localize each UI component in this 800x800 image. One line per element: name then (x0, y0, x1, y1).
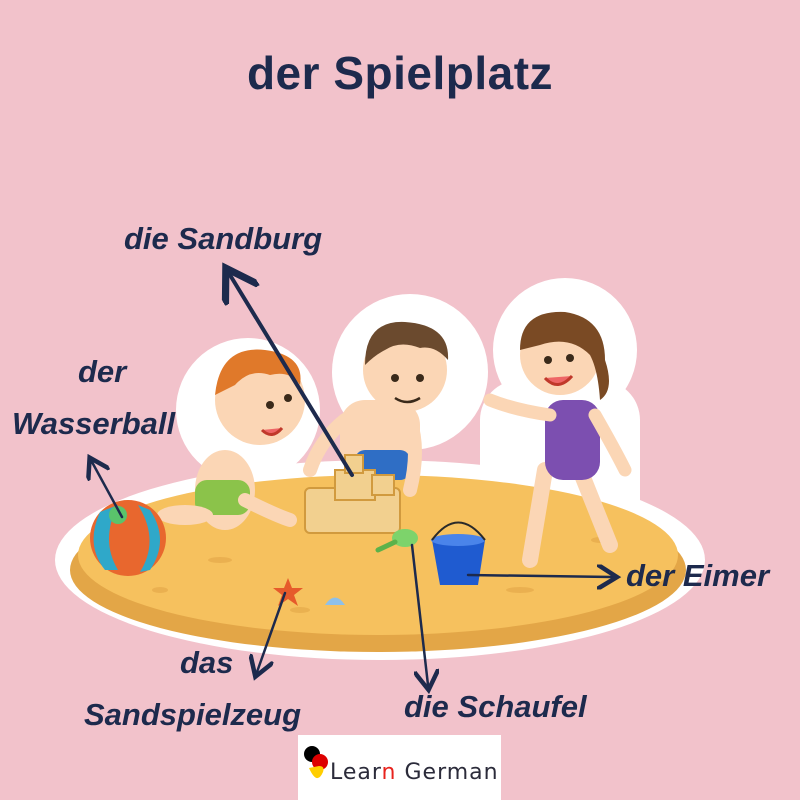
beach-ball (90, 500, 166, 576)
label-eimer: der Eimer (626, 558, 770, 593)
label-wasserball-line1: der (78, 354, 127, 389)
label-sandburg: die Sandburg (124, 221, 323, 256)
flag-heart-icon (304, 746, 328, 779)
label-schaufel: die Schaufel (404, 689, 587, 724)
label-sandspielzeug-line1: das (180, 645, 234, 680)
label-wasserball-line2: Wasserball (12, 406, 176, 441)
label-sandspielzeug-line2: Sandspielzeug (84, 697, 302, 732)
playground-illustration (55, 0, 705, 800)
logo-text: Learn German (330, 760, 499, 785)
